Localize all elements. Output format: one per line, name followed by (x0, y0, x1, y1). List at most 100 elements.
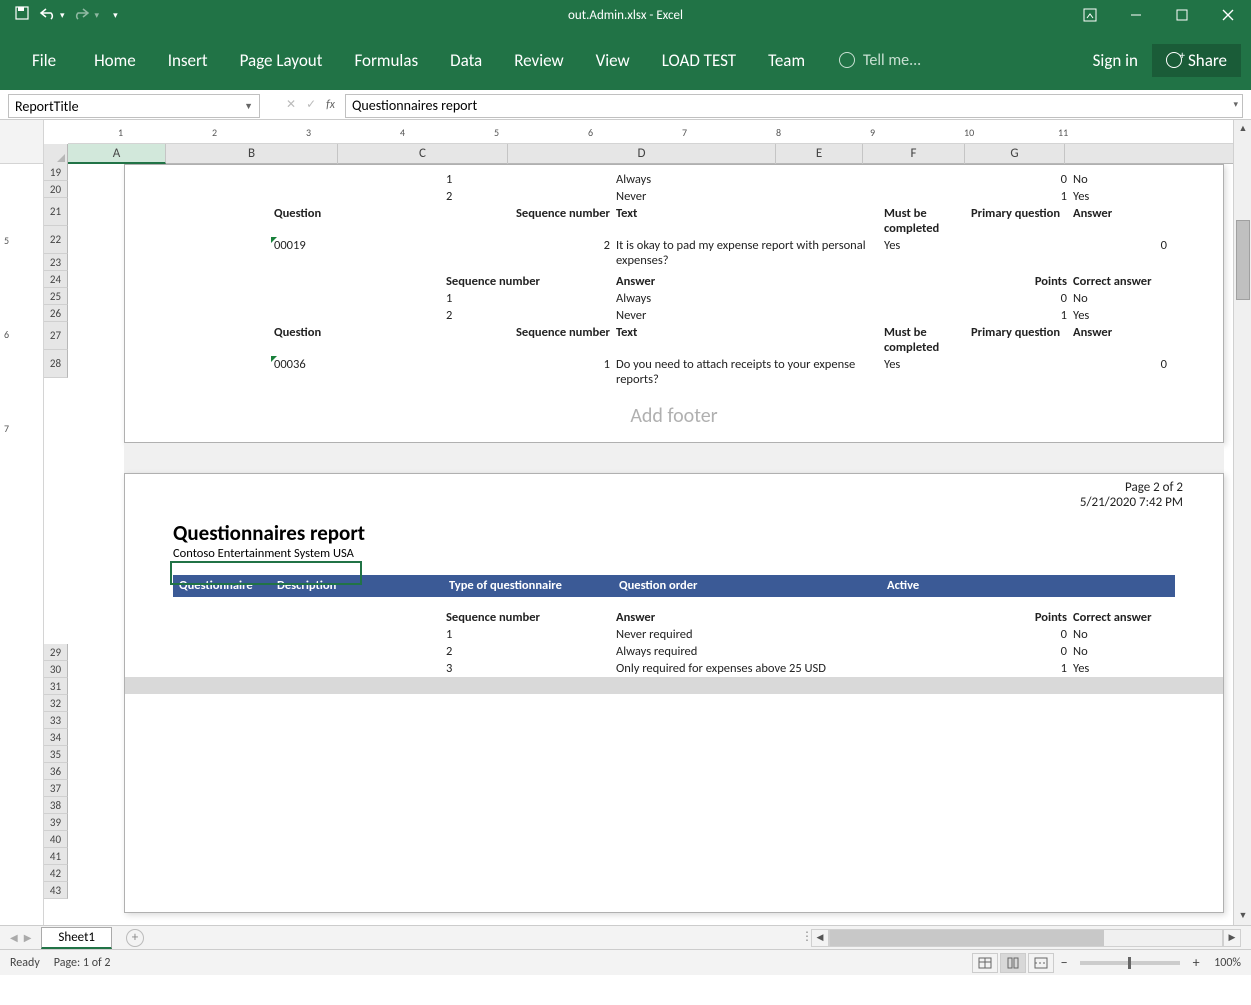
tab-file[interactable]: File (22, 30, 78, 90)
row-header[interactable]: 38 (44, 797, 68, 814)
maximize-button[interactable] (1159, 0, 1205, 30)
cell[interactable] (881, 626, 968, 628)
zoom-out-button[interactable]: − (1056, 954, 1072, 971)
cell[interactable] (881, 710, 968, 712)
row-header[interactable]: 21 (44, 198, 68, 226)
column-header-a[interactable]: A (68, 144, 166, 164)
cell[interactable]: Never (613, 188, 881, 205)
scroll-left-icon[interactable]: ◀ (811, 929, 829, 947)
cell[interactable]: Yes (881, 356, 968, 373)
cell[interactable]: 0 (968, 626, 1070, 643)
cell[interactable] (173, 205, 271, 207)
zoom-slider-thumb[interactable] (1128, 957, 1131, 969)
cell[interactable] (271, 626, 443, 628)
save-icon[interactable] (14, 5, 30, 25)
redo-dropdown-icon[interactable]: ▾ (95, 10, 100, 21)
column-header-f[interactable]: F (863, 144, 965, 164)
cell[interactable]: No (1070, 171, 1170, 188)
cell[interactable]: 0 (1070, 237, 1170, 254)
zoom-slider[interactable] (1080, 961, 1180, 965)
cell[interactable] (881, 171, 968, 173)
cell[interactable]: Sequence number (443, 609, 613, 626)
cell[interactable] (968, 356, 1070, 358)
column-header-e[interactable]: E (776, 144, 863, 164)
cell[interactable]: Yes (1070, 660, 1170, 677)
cell[interactable]: Must be completed (881, 205, 968, 237)
cell[interactable]: Points (968, 609, 1070, 626)
cell[interactable]: Yes (1070, 307, 1170, 324)
cell[interactable]: Yes (881, 237, 968, 254)
cell[interactable]: 0 (968, 171, 1070, 188)
cell[interactable]: Do you need to attach receipts to your e… (613, 356, 881, 388)
tab-home[interactable]: Home (78, 30, 152, 90)
cell[interactable]: Primary question (968, 205, 1070, 222)
cell[interactable]: Question (271, 324, 443, 341)
cell[interactable] (881, 273, 968, 275)
row-header[interactable]: 27 (44, 322, 68, 350)
cell[interactable]: Never required (613, 626, 881, 643)
cell[interactable]: 3 (443, 660, 613, 677)
tell-me-search[interactable]: Tell me... (839, 51, 921, 70)
cell[interactable]: Question (271, 205, 443, 222)
formula-input[interactable]: Questionnaires report▾ (345, 94, 1243, 118)
report-title[interactable]: Questionnaires report (125, 510, 1223, 546)
cell[interactable] (881, 188, 968, 190)
cell[interactable] (173, 307, 271, 309)
fx-icon[interactable]: fx (326, 98, 335, 112)
cell[interactable]: Points (968, 273, 1070, 290)
cell[interactable] (968, 237, 1070, 239)
row-header[interactable]: 35 (44, 746, 68, 763)
row-header[interactable]: 32 (44, 695, 68, 712)
undo-icon[interactable] (38, 6, 56, 24)
view-page-layout-button[interactable] (1000, 953, 1026, 973)
cell[interactable]: Primary question (968, 324, 1070, 341)
cell[interactable]: Sequence number (443, 324, 613, 341)
cancel-formula-icon[interactable]: ✕ (286, 97, 296, 112)
cell[interactable]: 1 (443, 626, 613, 643)
cell[interactable]: No (1070, 290, 1170, 307)
row-header[interactable]: 36 (44, 763, 68, 780)
enter-formula-icon[interactable]: ✓ (306, 97, 316, 112)
cell[interactable]: 0 (968, 290, 1070, 307)
cell[interactable]: 2 (443, 237, 613, 254)
cell[interactable] (173, 356, 271, 358)
scroll-right-icon[interactable]: ▶ (1223, 929, 1241, 947)
formula-expand-icon[interactable]: ▾ (1233, 99, 1238, 110)
row-header[interactable]: 28 (44, 350, 68, 378)
row-header[interactable]: 37 (44, 780, 68, 797)
cell[interactable] (1070, 710, 1170, 712)
column-header-g[interactable]: G (965, 144, 1065, 164)
tab-team[interactable]: Team (752, 30, 821, 90)
scroll-up-icon[interactable]: ▲ (1234, 120, 1251, 138)
row-header[interactable]: 33 (44, 712, 68, 729)
cell[interactable] (968, 710, 1070, 712)
cell[interactable] (173, 660, 271, 662)
cell[interactable]: No (1070, 626, 1170, 643)
tab-view[interactable]: View (580, 30, 646, 90)
new-sheet-button[interactable]: + (126, 929, 144, 947)
cell[interactable] (173, 626, 271, 628)
row-header[interactable]: 25 (44, 288, 68, 305)
cell[interactable] (173, 609, 271, 611)
cell[interactable] (881, 609, 968, 611)
tab-load-test[interactable]: LOAD TEST (646, 30, 752, 90)
cell[interactable] (881, 643, 968, 645)
cell[interactable]: Always (613, 171, 881, 188)
cell[interactable]: 0 (1070, 356, 1170, 373)
cell[interactable]: 2 (443, 188, 613, 205)
cell[interactable]: 2 (443, 643, 613, 660)
add-footer-placeholder[interactable]: Add footer (125, 390, 1223, 442)
minimize-button[interactable] (1113, 0, 1159, 30)
cell[interactable]: 2 (443, 307, 613, 324)
row-header[interactable]: 40 (44, 831, 68, 848)
cell[interactable] (443, 710, 613, 712)
close-button[interactable] (1205, 0, 1251, 30)
cell[interactable]: Sequence number (443, 205, 613, 222)
cell[interactable]: Answer (1070, 205, 1170, 222)
tab-review[interactable]: Review (498, 30, 579, 90)
cell[interactable] (881, 307, 968, 309)
cell[interactable] (173, 324, 271, 326)
cell[interactable] (173, 643, 271, 645)
share-button[interactable]: Share (1152, 44, 1241, 77)
column-header-b[interactable]: B (166, 144, 338, 164)
